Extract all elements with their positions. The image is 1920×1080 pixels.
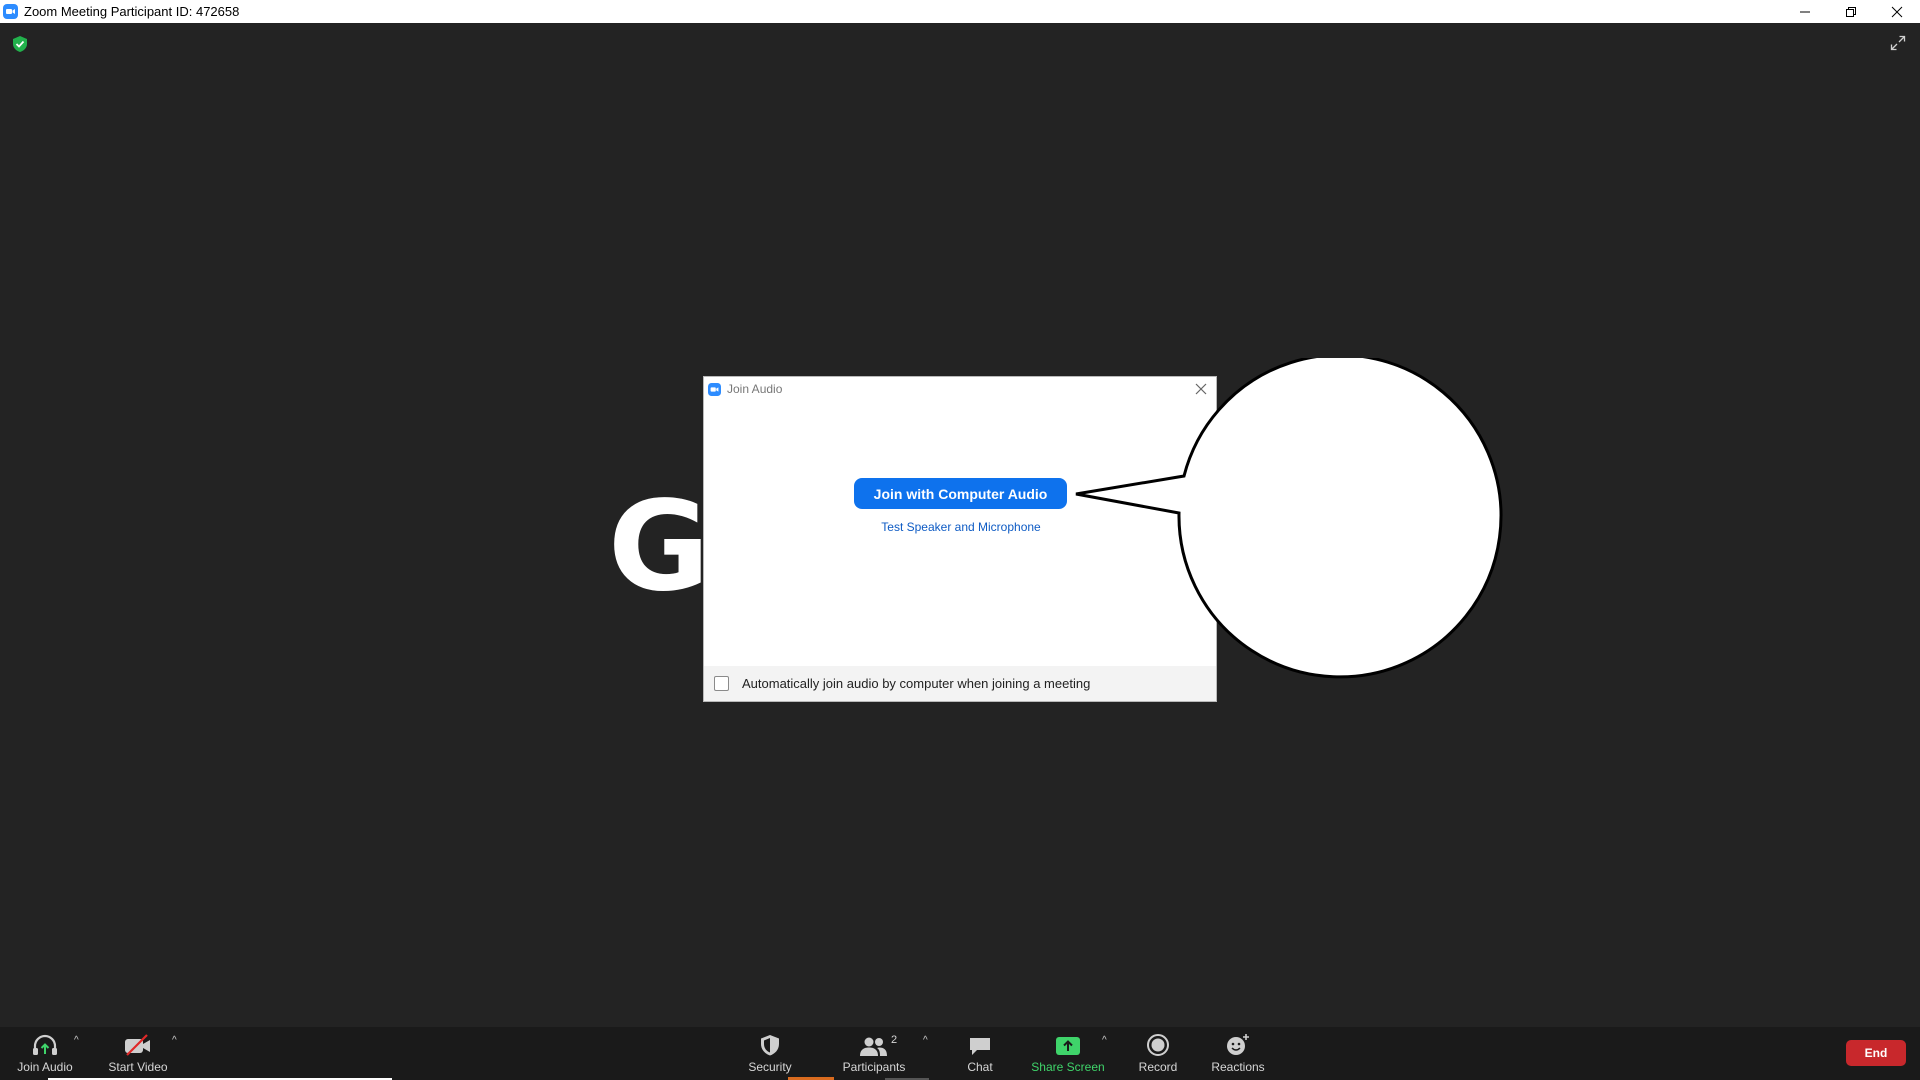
auto-join-checkbox[interactable] <box>714 676 729 691</box>
end-meeting-button[interactable]: End <box>1846 1040 1906 1066</box>
share-options-caret-icon[interactable]: ^ <box>1102 1035 1107 1046</box>
chat-bubble-icon <box>970 1038 990 1055</box>
participants-label: Participants <box>842 1060 906 1074</box>
fullscreen-icon[interactable] <box>1890 35 1906 56</box>
chat-label: Chat <box>967 1060 993 1074</box>
chat-button[interactable]: Chat <box>956 1027 1004 1080</box>
join-computer-audio-button[interactable]: Join with Computer Audio <box>854 478 1067 509</box>
record-button[interactable]: Record <box>1134 1027 1182 1080</box>
window-title: Zoom Meeting Participant ID: 472658 <box>24 4 240 19</box>
reactions-button[interactable]: Reactions <box>1210 1027 1266 1080</box>
zoom-app-icon <box>3 4 18 19</box>
zoom-app-icon <box>708 382 721 396</box>
share-screen-button[interactable]: Share Screen <box>1028 1027 1108 1080</box>
restore-icon[interactable] <box>1828 0 1874 23</box>
shield-check-icon[interactable] <box>13 36 27 57</box>
security-button[interactable]: Security <box>740 1027 800 1080</box>
headphone-icon <box>33 1034 57 1055</box>
record-icon <box>1147 1034 1169 1056</box>
start-video-label: Start Video <box>108 1060 168 1074</box>
reactions-label: Reactions <box>1211 1060 1265 1074</box>
auto-join-label: Automatically join audio by computer whe… <box>742 676 1091 691</box>
dialog-title: Join Audio <box>727 382 783 396</box>
security-label: Security <box>748 1060 792 1074</box>
security-shield-icon <box>761 1035 779 1056</box>
share-screen-icon <box>1056 1037 1080 1055</box>
join-audio-button[interactable]: Join Audio <box>12 1027 78 1080</box>
video-off-icon <box>125 1034 150 1056</box>
minimize-icon[interactable] <box>1782 0 1828 23</box>
close-icon[interactable] <box>1874 0 1920 23</box>
record-label: Record <box>1138 1060 1178 1074</box>
participants-icon <box>860 1037 887 1056</box>
reactions-smiley-icon <box>1227 1034 1249 1055</box>
join-audio-label: Join Audio <box>17 1060 73 1074</box>
share-screen-label: Share Screen <box>1031 1060 1105 1074</box>
participants-count: 2 <box>891 1034 898 1046</box>
avatar-initial: G <box>608 475 710 619</box>
audio-options-caret-icon[interactable]: ^ <box>74 1035 79 1046</box>
participants-options-caret-icon[interactable]: ^ <box>923 1035 928 1046</box>
start-video-button[interactable]: Start Video <box>104 1027 172 1080</box>
window-controls <box>1782 0 1920 23</box>
meeting-toolbar: Join Audio ^ Start Video ^ Security Part… <box>0 1027 1920 1080</box>
title-bar: Zoom Meeting Participant ID: 472658 <box>0 0 1920 23</box>
speech-bubble-callout <box>1075 358 1503 679</box>
video-options-caret-icon[interactable]: ^ <box>172 1035 177 1046</box>
participants-button[interactable]: Participants <box>838 1027 910 1080</box>
